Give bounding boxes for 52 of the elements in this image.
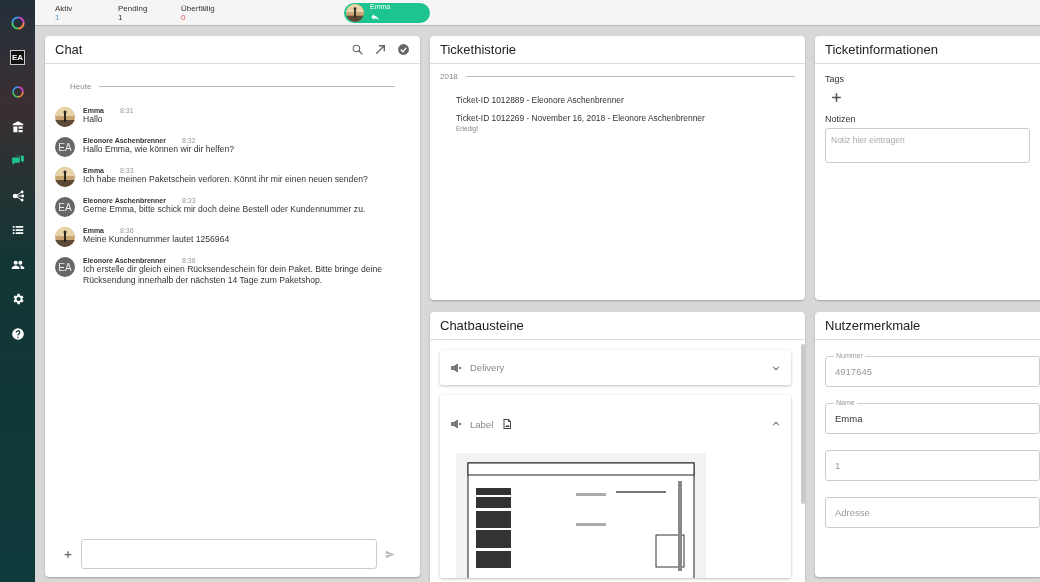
ticket-title[interactable]: Ticket-ID 1012269 - November 16, 2018 - Eleonore Aschenbrenner [456, 113, 795, 123]
check-circle-icon[interactable] [397, 43, 410, 56]
avatar: EA [55, 137, 75, 157]
stat-value: 1 [55, 12, 61, 22]
day-label: Heute [70, 82, 92, 91]
accordion-item[interactable]: Delivery [440, 350, 791, 385]
stat-label: Überfällig [181, 3, 216, 13]
accordion-item[interactable]: Label [440, 395, 791, 578]
logo-icon[interactable] [9, 15, 26, 32]
panel-title: Chatbausteine [440, 318, 525, 333]
avatar: EA [55, 257, 75, 277]
accordion-label: Delivery [470, 362, 505, 373]
message-text: Meine Kundennummer lautet 1256964 [83, 234, 230, 245]
panel-title: Chat [55, 42, 84, 57]
stat-label: Aktiv [55, 3, 74, 13]
help-icon[interactable] [10, 326, 25, 341]
image-file-icon [501, 418, 514, 430]
text-field[interactable]: 1 [825, 450, 1040, 481]
message-input[interactable] [81, 539, 377, 569]
panel-title: Tickethistorie [440, 42, 518, 57]
year-label: 2018 [440, 72, 458, 81]
message-text: Ich erstelle dir gleich einen Rücksendeschein für dein Paket. Bitte bringe deine Rücksendung innerhalb der nächsten 14 Tage zum Paketshop. [83, 264, 384, 286]
notes-label: Notizen [825, 114, 857, 124]
message-text: Hallo [83, 114, 104, 125]
scrollbar[interactable] [801, 344, 805, 504]
dashboard-icon[interactable] [10, 119, 25, 134]
chevron-up-icon[interactable] [771, 419, 781, 429]
accordion-label: Label [470, 418, 494, 430]
panel-title: Nutzermerkmale [825, 318, 922, 333]
tags-label: Tags [825, 74, 845, 84]
stat-value: 0 [181, 12, 186, 22]
text-field[interactable]: Adresse [825, 497, 1040, 528]
megaphone-icon [450, 418, 462, 430]
message-text: Gerne Emma, bitte schick mir doch deine Bestell oder Kundennummer zu. [83, 204, 366, 215]
field-value: Emma [835, 413, 863, 424]
panel-title: Ticketinformationen [825, 42, 939, 57]
field-value: 4917645 [835, 366, 872, 377]
stat-value: 1 [118, 12, 123, 22]
search-icon[interactable] [351, 43, 364, 56]
ticket-title[interactable]: Ticket-ID 1012889 - Eleonore Aschenbrenner [456, 95, 795, 105]
message-text: Hallo Emma, wie können wir dir helfen? [83, 144, 234, 155]
plus-icon[interactable] [830, 91, 843, 104]
share-icon[interactable] [10, 188, 25, 203]
notes-field[interactable]: Notiz hier eintragen [825, 128, 1030, 163]
logo-icon[interactable] [10, 85, 25, 100]
stat-label: Pending [118, 3, 149, 13]
profile-badge[interactable]: EA [10, 50, 25, 66]
arrow-icon[interactable] [374, 43, 387, 56]
megaphone-icon [450, 361, 462, 374]
reply-icon [370, 12, 380, 22]
message-text: Ich habe meinen Paketschein verloren. Könnt ihr mir einen neuen senden? [83, 174, 368, 185]
avatar: EA [55, 197, 75, 217]
